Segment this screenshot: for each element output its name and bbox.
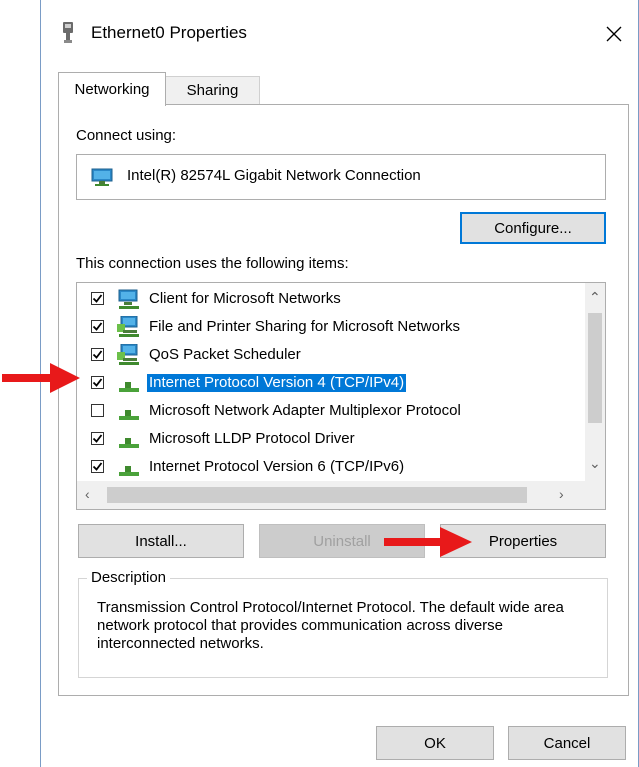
protocol-icon — [119, 438, 139, 448]
list-item-label: QoS Packet Scheduler — [149, 346, 301, 363]
item-checkbox[interactable] — [91, 404, 104, 417]
items-list[interactable]: Client for Microsoft Networks File and Pr… — [76, 282, 606, 510]
tab-networking[interactable]: Networking — [58, 72, 166, 106]
checkmark-icon — [92, 322, 103, 331]
network-client-icon — [118, 289, 139, 309]
checkmark-icon — [92, 350, 103, 359]
adapter-name: Intel(R) 82574L Gigabit Network Connecti… — [127, 167, 421, 184]
list-item[interactable]: Microsoft LLDP Protocol Driver — [77, 425, 587, 453]
list-item[interactable]: Microsoft Network Adapter Multiplexor Pr… — [77, 397, 587, 425]
window-title: Ethernet0 Properties — [91, 23, 247, 42]
scroll-up-icon[interactable]: ⌃ — [589, 289, 601, 306]
item-checkbox[interactable] — [91, 320, 104, 333]
scroll-right-icon[interactable]: › — [559, 486, 564, 502]
list-item-label: File and Printer Sharing for Microsoft N… — [149, 318, 460, 335]
network-service-icon — [117, 316, 139, 337]
item-checkbox[interactable] — [91, 376, 104, 389]
install-button[interactable]: Install... — [78, 524, 244, 558]
ethernet-plug-icon — [63, 22, 73, 43]
list-item-label: Microsoft LLDP Protocol Driver — [149, 430, 355, 447]
cancel-button[interactable]: Cancel — [508, 726, 626, 760]
items-label: This connection uses the following items… — [76, 255, 349, 272]
horizontal-scroll-thumb[interactable] — [107, 487, 527, 503]
annotation-arrow-properties — [384, 527, 472, 557]
scroll-corner — [585, 481, 605, 509]
checkmark-icon — [92, 462, 103, 471]
connect-using-label: Connect using: — [76, 127, 177, 144]
checkmark-icon — [92, 378, 103, 387]
list-item-label: Client for Microsoft Networks — [149, 290, 341, 307]
network-adapter-icon — [91, 168, 113, 186]
description-text: Transmission Control Protocol/Internet P… — [97, 599, 564, 652]
list-item[interactable]: Internet Protocol Version 6 (TCP/IPv6) — [77, 453, 587, 481]
checkmark-icon — [92, 294, 103, 303]
list-item[interactable]: Client for Microsoft Networks — [77, 285, 587, 313]
ok-button[interactable]: OK — [376, 726, 494, 760]
item-checkbox[interactable] — [91, 348, 104, 361]
item-checkbox[interactable] — [91, 460, 104, 473]
vertical-scroll-thumb[interactable] — [588, 313, 602, 423]
list-item[interactable]: QoS Packet Scheduler — [77, 341, 587, 369]
protocol-icon — [119, 382, 139, 392]
network-service-icon — [117, 344, 139, 365]
horizontal-scrollbar[interactable]: ‹ › — [77, 481, 585, 509]
tab-sharing[interactable]: Sharing — [166, 76, 260, 104]
annotation-arrow-ipv4 — [2, 363, 80, 393]
configure-button[interactable]: Configure... — [460, 212, 606, 244]
list-item[interactable]: Internet Protocol Version 4 (TCP/IPv4) — [77, 369, 587, 397]
close-icon — [606, 26, 622, 42]
vertical-scrollbar[interactable]: ⌃ ⌄ — [585, 283, 605, 481]
adapter-field: Intel(R) 82574L Gigabit Network Connecti… — [76, 154, 606, 200]
scroll-left-icon[interactable]: ‹ — [85, 486, 90, 502]
list-item-label: Internet Protocol Version 4 (TCP/IPv4) — [147, 374, 407, 392]
close-button[interactable] — [594, 18, 634, 50]
checkmark-icon — [92, 434, 103, 443]
list-item-label: Microsoft Network Adapter Multiplexor Pr… — [149, 402, 461, 419]
protocol-icon — [119, 410, 139, 420]
scroll-down-icon[interactable]: ⌄ — [589, 455, 601, 472]
list-item-label: Internet Protocol Version 6 (TCP/IPv6) — [149, 458, 405, 475]
description-group: Description Transmission Control Protoco… — [78, 569, 608, 678]
list-item[interactable]: File and Printer Sharing for Microsoft N… — [77, 313, 587, 341]
title-bar[interactable]: Ethernet0 Properties — [41, 0, 638, 68]
protocol-icon — [119, 466, 139, 476]
item-checkbox[interactable] — [91, 432, 104, 445]
description-title: Description — [87, 569, 171, 587]
item-checkbox[interactable] — [91, 292, 104, 305]
